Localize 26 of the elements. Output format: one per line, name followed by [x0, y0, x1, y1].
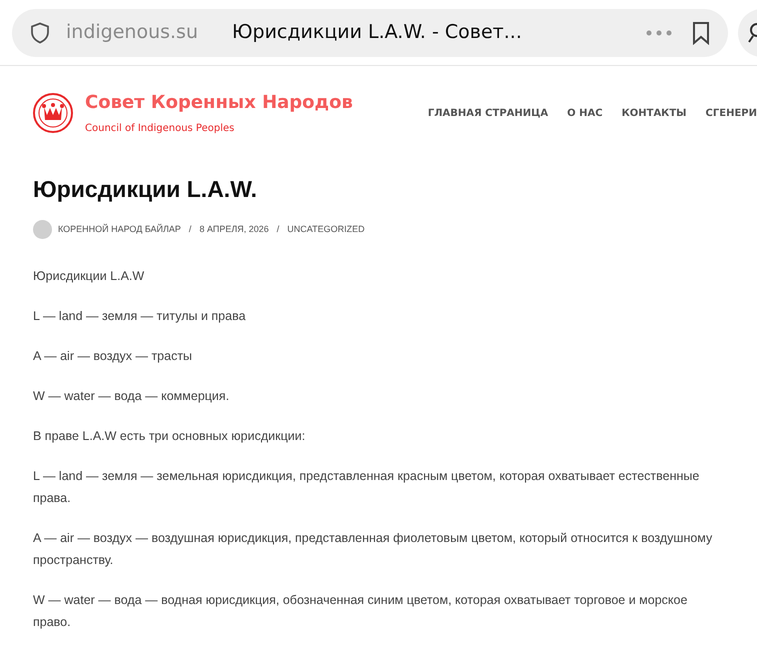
- paragraph: A — air — воздух — воздушная юрисдикция, представленная фиолетовым цветом, который относится к воздушному пространству.: [33, 530, 714, 569]
- paragraph: W — water — вода — водная юрисдикция, обозначенная синим цветом, которая охватывает торговое и морское право.: [33, 592, 688, 631]
- meta-separator: /: [276, 222, 280, 236]
- paragraph: Юрисдикции L.A.W: [33, 268, 146, 285]
- address-bar[interactable]: indigenous.su Юрисдикции L.A.W. - Совет...: [12, 8, 728, 56]
- shield-icon: [30, 22, 50, 44]
- paragraph: L — land — земля — титулы и права: [33, 308, 247, 325]
- crown-logo-icon: [33, 93, 73, 133]
- paragraph: A — air — воздух — трасты: [33, 348, 194, 365]
- post-category[interactable]: UNCATEGORIZED: [287, 222, 365, 236]
- nav-link[interactable]: КОНТАКТЫ: [622, 106, 687, 121]
- tab-title: Юрисдикции L.A.W. - Совет...: [232, 20, 522, 46]
- paragraph: В праве L.A.W есть три основных юрисдикции:: [33, 428, 306, 445]
- paragraph: W — water — вода — коммерция.: [33, 388, 230, 405]
- post-title: Юрисдикции L.A.W.: [33, 175, 258, 204]
- paragraph: L — land — земля — земельная юрисдикция, представленная красным цветом, которая охватывает естественные права.: [33, 468, 700, 507]
- nav-link[interactable]: СГЕНЕРИ: [706, 106, 757, 121]
- post-author[interactable]: КОРЕННОЙ НАРОД БАЙЛАР: [58, 222, 181, 236]
- post-date[interactable]: 8 АПРЕЛЯ, 2026: [199, 222, 269, 236]
- nav-link[interactable]: ГЛАВНАЯ СТРАНИЦА: [428, 106, 548, 121]
- nav-link[interactable]: О НАС: [567, 106, 603, 121]
- meta-separator: /: [188, 222, 192, 236]
- bookmark-icon[interactable]: [692, 20, 710, 44]
- site-tagline: Council of Indigenous Peoples: [85, 122, 236, 136]
- avatar-icon: [33, 220, 52, 239]
- domain-text: indigenous.su: [66, 20, 198, 46]
